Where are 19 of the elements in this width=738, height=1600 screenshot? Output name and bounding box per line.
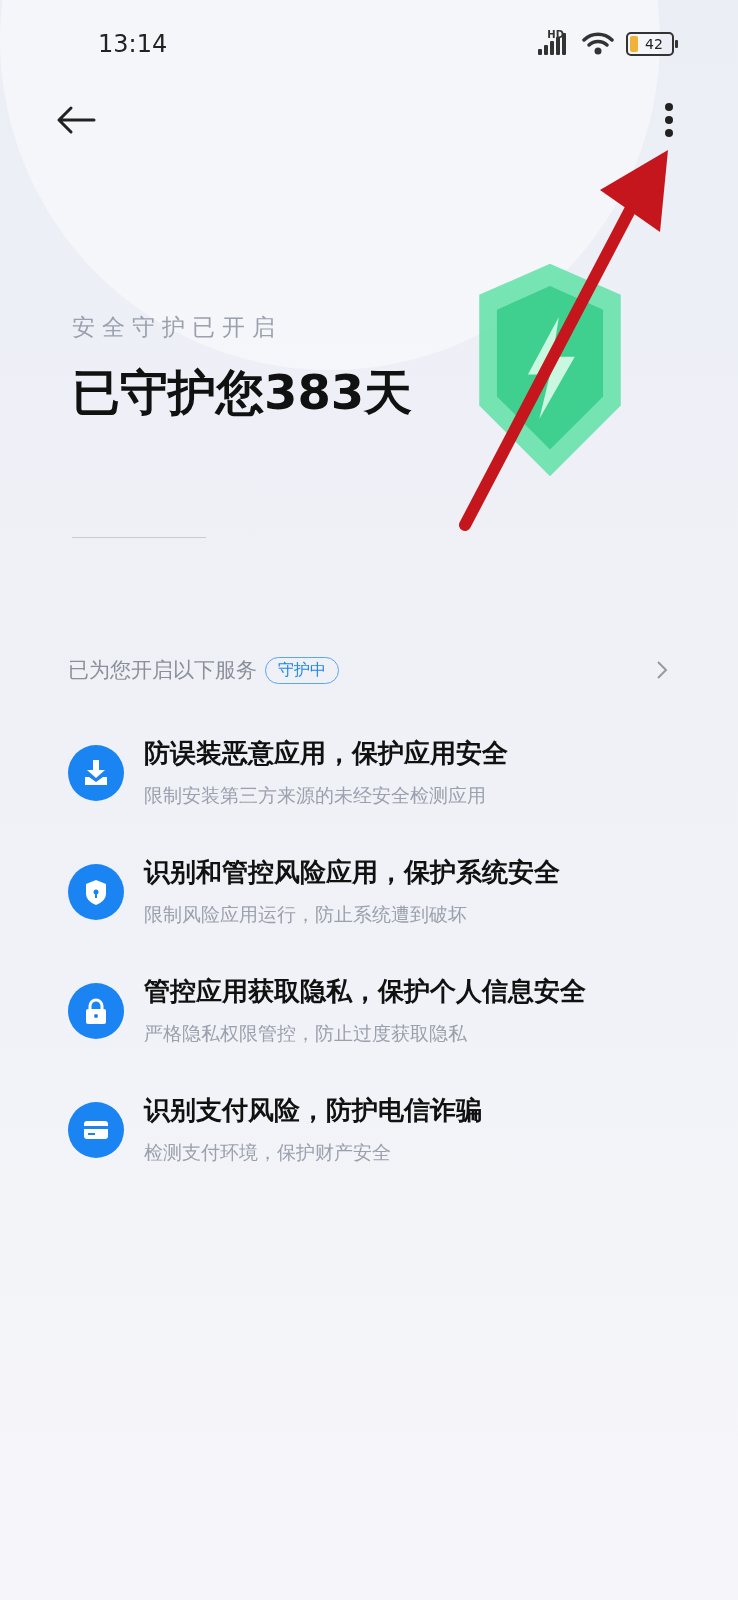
- shield-icon: [68, 863, 124, 920]
- service-description: 严格隐私权限管控，防止过度获取隐私: [144, 1021, 468, 1046]
- service-description: 检测支付环境，保护财产安全: [144, 1140, 392, 1165]
- protection-status: 安全守护已开启: [72, 313, 283, 342]
- back-icon: [56, 105, 96, 135]
- lock-icon: [68, 982, 124, 1039]
- section-heading: 已为您开启以下服务: [68, 657, 257, 684]
- more-icon: [664, 103, 674, 137]
- service-title: 防误装恶意应用，保护应用安全: [144, 737, 508, 770]
- service-description: 限制风险应用运行，防止系统遭到破坏: [144, 902, 468, 927]
- service-title: 识别支付风险，防护电信诈骗: [144, 1094, 482, 1127]
- download-icon: [68, 744, 124, 801]
- service-title: 管控应用获取隐私，保护个人信息安全: [144, 975, 586, 1008]
- card-icon: [68, 1101, 124, 1158]
- status-time: 13:14: [98, 30, 168, 58]
- service-description: 限制安装第三方来源的未经安全检测应用: [144, 783, 487, 808]
- wifi-icon: [582, 32, 614, 56]
- service-title: 识别和管控风险应用，保护系统安全: [144, 856, 560, 889]
- protection-days: 已守护您383天: [72, 361, 738, 425]
